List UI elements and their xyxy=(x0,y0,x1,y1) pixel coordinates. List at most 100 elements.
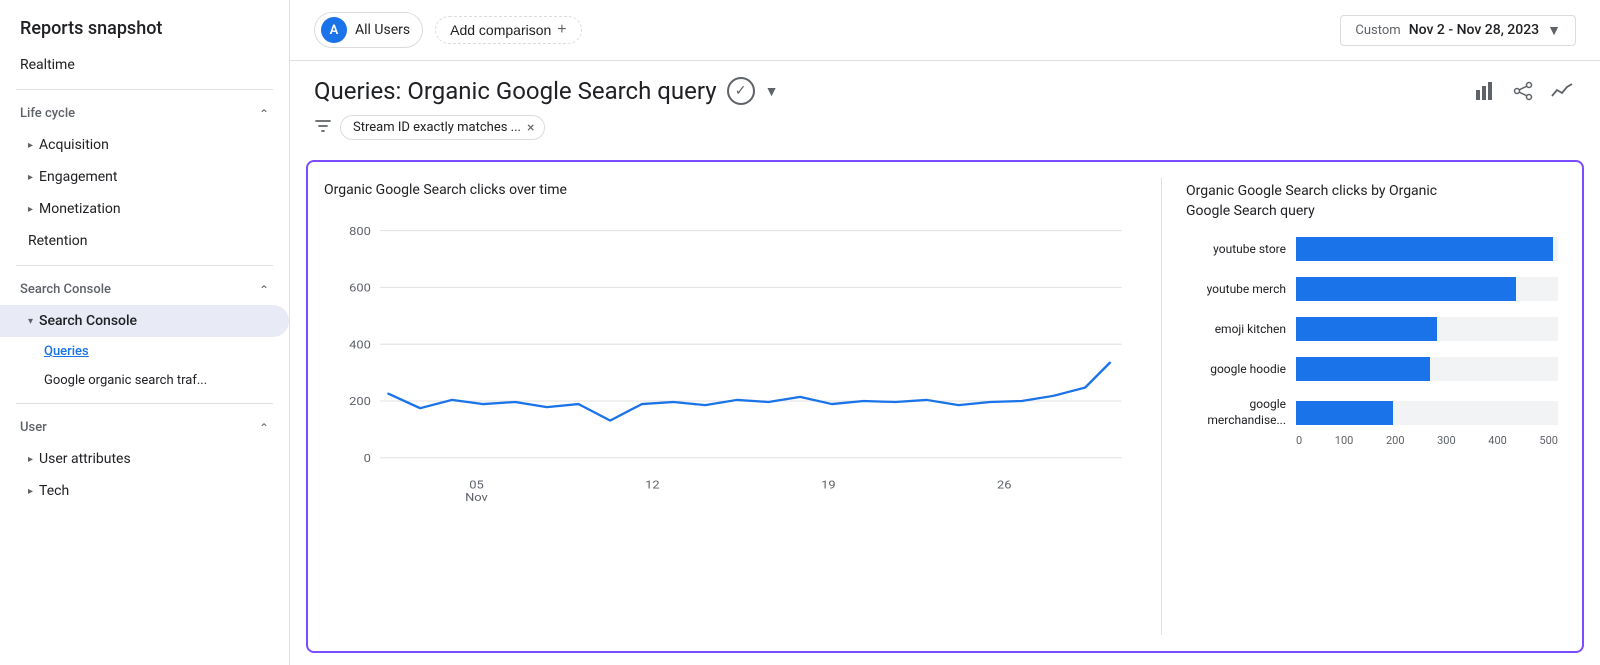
bar-x-200: 200 xyxy=(1386,434,1405,447)
line-chart-svg: 800 600 400 200 0 05 Nov 12 19 26 xyxy=(324,210,1145,530)
sidebar-item-user-attributes[interactable]: ▸ User attributes xyxy=(0,443,289,475)
bar-fill-youtube-store xyxy=(1296,237,1553,261)
chart-area: Organic Google Search clicks over time 8… xyxy=(306,160,1584,653)
sidebar-nav-queries[interactable]: Queries xyxy=(0,337,289,366)
svg-text:Nov: Nov xyxy=(465,491,488,504)
sidebar-nav-google-organic[interactable]: Google organic search traf... xyxy=(0,366,289,395)
acquisition-arrow-icon: ▸ xyxy=(28,140,33,151)
bar-row-emoji-kitchen: emoji kitchen xyxy=(1186,317,1558,341)
bar-chart-container: youtube store youtube merch emoji kitche… xyxy=(1186,237,1558,428)
sidebar-item-searchconsole[interactable]: ▾ Search Console xyxy=(0,305,289,337)
add-comparison-button[interactable]: Add comparison + xyxy=(435,16,582,44)
sidebar-section-lifecycle[interactable]: Life cycle ⌃ xyxy=(0,98,289,129)
sidebar-divider xyxy=(16,89,273,90)
queries-label: Queries xyxy=(44,344,89,359)
bar-x-400: 400 xyxy=(1488,434,1507,447)
user-section-label: User xyxy=(20,420,47,435)
all-users-label: All Users xyxy=(355,22,410,38)
bar-label-youtube-store: youtube store xyxy=(1186,242,1286,256)
bar-track-youtube-store xyxy=(1296,237,1558,261)
bar-label-emoji-kitchen: emoji kitchen xyxy=(1186,322,1286,336)
sidebar-item-tech[interactable]: ▸ Tech xyxy=(0,475,289,507)
bar-row-google-hoodie: google hoodie xyxy=(1186,357,1558,381)
user-chevron-icon: ⌃ xyxy=(259,421,269,435)
date-range-picker[interactable]: Custom Nov 2 - Nov 28, 2023 ▼ xyxy=(1340,15,1576,46)
bar-track-google-merchandise xyxy=(1296,401,1558,425)
bar-label-youtube-merch: youtube merch xyxy=(1186,282,1286,296)
svg-text:600: 600 xyxy=(349,281,371,294)
report-title-row: Queries: Organic Google Search query ✓ ▼ xyxy=(314,77,1576,105)
bar-x-100: 100 xyxy=(1335,434,1354,447)
filter-chip-text: Stream ID exactly matches ... xyxy=(353,120,521,135)
svg-text:800: 800 xyxy=(349,224,371,237)
title-dropdown-button[interactable]: ▼ xyxy=(765,83,779,99)
add-comparison-plus-icon: + xyxy=(557,21,566,39)
bar-x-0: 0 xyxy=(1296,434,1302,447)
user-badge[interactable]: A All Users xyxy=(314,12,423,48)
sidebar-realtime[interactable]: Realtime xyxy=(0,49,289,81)
filter-icon xyxy=(314,117,332,139)
line-chart-title: Organic Google Search clicks over time xyxy=(324,182,1145,198)
bar-row-youtube-merch: youtube merch xyxy=(1186,277,1558,301)
bar-x-axis: 0 100 200 300 400 500 xyxy=(1186,434,1558,447)
line-chart-section: Organic Google Search clicks over time 8… xyxy=(308,162,1161,651)
top-bar-left: A All Users Add comparison + xyxy=(314,12,582,48)
top-bar: A All Users Add comparison + Custom Nov … xyxy=(290,0,1600,61)
acquisition-label: Acquisition xyxy=(39,137,109,153)
date-custom-label: Custom xyxy=(1355,23,1400,38)
bar-row-google-merchandise: googlemerchandise... xyxy=(1186,397,1558,428)
bar-chart-section: Organic Google Search clicks by Organic … xyxy=(1162,162,1582,651)
bar-chart-title: Organic Google Search clicks by Organic … xyxy=(1186,182,1466,221)
bar-fill-emoji-kitchen xyxy=(1296,317,1437,341)
sidebar-section-user[interactable]: User ⌃ xyxy=(0,412,289,443)
sparkline-icon-button[interactable] xyxy=(1550,80,1576,102)
svg-text:05: 05 xyxy=(469,478,484,491)
bar-label-google-merchandise: googlemerchandise... xyxy=(1186,397,1286,428)
date-range-value: Nov 2 - Nov 28, 2023 xyxy=(1409,22,1539,38)
tech-label: Tech xyxy=(39,483,69,499)
bar-track-youtube-merch xyxy=(1296,277,1558,301)
tech-arrow-icon: ▸ xyxy=(28,486,33,497)
searchconsole-arrow-icon: ▾ xyxy=(28,316,33,327)
main-content: A All Users Add comparison + Custom Nov … xyxy=(290,0,1600,665)
user-attributes-label: User attributes xyxy=(39,451,131,467)
share-icon-button[interactable] xyxy=(1512,80,1534,102)
top-right-icons xyxy=(1474,80,1576,102)
svg-text:19: 19 xyxy=(821,478,836,491)
engagement-label: Engagement xyxy=(39,169,117,185)
bar-row-youtube-store: youtube store xyxy=(1186,237,1558,261)
sidebar-item-engagement[interactable]: ▸ Engagement xyxy=(0,161,289,193)
svg-text:12: 12 xyxy=(645,478,660,491)
sidebar-item-retention[interactable]: Retention xyxy=(0,225,289,257)
lifecycle-divider xyxy=(16,265,273,266)
bar-track-emoji-kitchen xyxy=(1296,317,1558,341)
bar-label-google-hoodie: google hoodie xyxy=(1186,362,1286,376)
lifecycle-label: Life cycle xyxy=(20,106,75,121)
sidebar-section-searchconsole[interactable]: Search Console ⌃ xyxy=(0,274,289,305)
searchconsole-chevron-icon: ⌃ xyxy=(259,283,269,297)
report-title-text: Queries: Organic Google Search query xyxy=(314,77,717,105)
monetization-arrow-icon: ▸ xyxy=(28,204,33,215)
bar-fill-youtube-merch xyxy=(1296,277,1516,301)
filter-chip[interactable]: Stream ID exactly matches ... × xyxy=(340,115,545,140)
bar-fill-google-hoodie xyxy=(1296,357,1430,381)
filter-chip-close-icon[interactable]: × xyxy=(527,121,534,135)
searchconsole-section-label: Search Console xyxy=(20,282,111,297)
sidebar: Reports snapshot Realtime Life cycle ⌃ ▸… xyxy=(0,0,290,665)
title-check-icon: ✓ xyxy=(727,77,755,105)
sidebar-item-acquisition[interactable]: ▸ Acquisition xyxy=(0,129,289,161)
lifecycle-chevron-icon: ⌃ xyxy=(259,107,269,121)
bar-chart-icon-button[interactable] xyxy=(1474,80,1496,102)
report-header: Queries: Organic Google Search query ✓ ▼ xyxy=(290,61,1600,148)
bar-x-300: 300 xyxy=(1437,434,1456,447)
svg-text:200: 200 xyxy=(349,395,371,408)
google-organic-label: Google organic search traf... xyxy=(44,373,207,388)
svg-text:26: 26 xyxy=(997,478,1012,491)
svg-text:0: 0 xyxy=(364,452,371,465)
sidebar-title: Reports snapshot xyxy=(0,0,289,49)
bar-x-500: 500 xyxy=(1539,434,1558,447)
date-range-dropdown-icon: ▼ xyxy=(1547,22,1561,39)
sidebar-item-monetization[interactable]: ▸ Monetization xyxy=(0,193,289,225)
searchconsole-divider xyxy=(16,403,273,404)
svg-text:400: 400 xyxy=(349,338,371,351)
